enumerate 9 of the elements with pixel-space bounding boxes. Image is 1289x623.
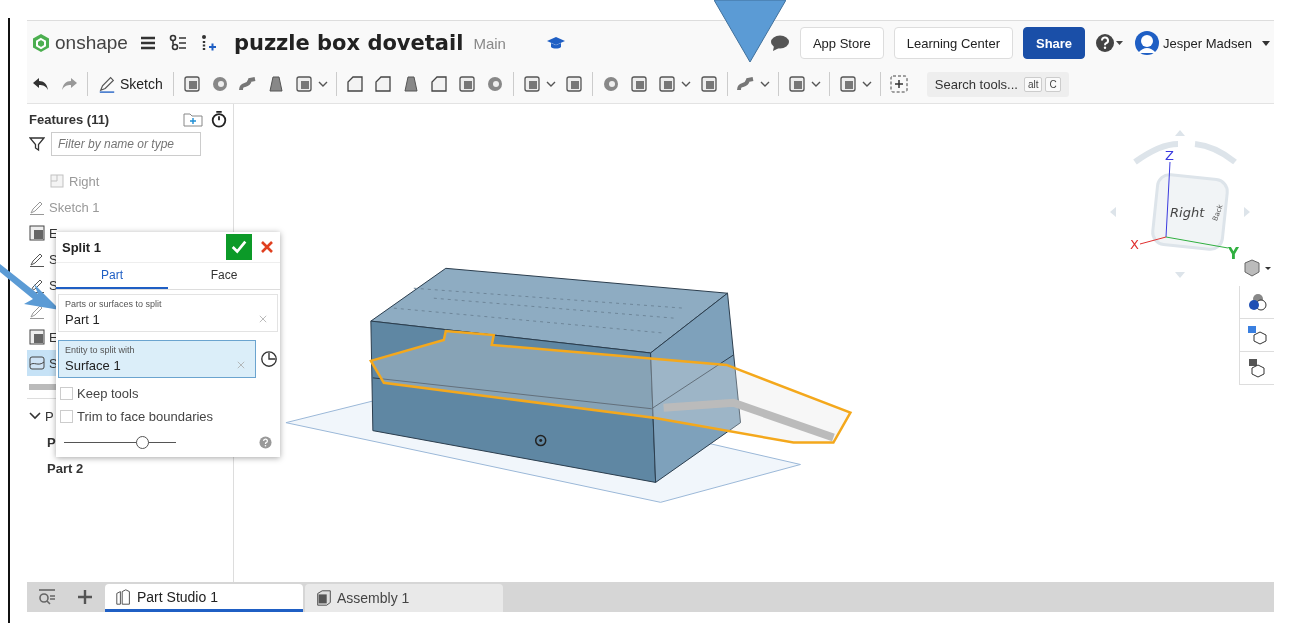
- axis-label: X: [1130, 237, 1139, 252]
- shortcut-key: alt: [1023, 76, 1043, 92]
- axis-label: Y: [1228, 245, 1239, 263]
- shortcut-key: C: [1045, 76, 1061, 92]
- dialog-title: Split 1: [62, 239, 102, 255]
- features-title: Features (11): [29, 111, 111, 127]
- cube-face-label: Right: [1170, 205, 1205, 220]
- axis-label: Z: [1165, 148, 1174, 163]
- document-title: puzzle box dovetail: [233, 31, 464, 55]
